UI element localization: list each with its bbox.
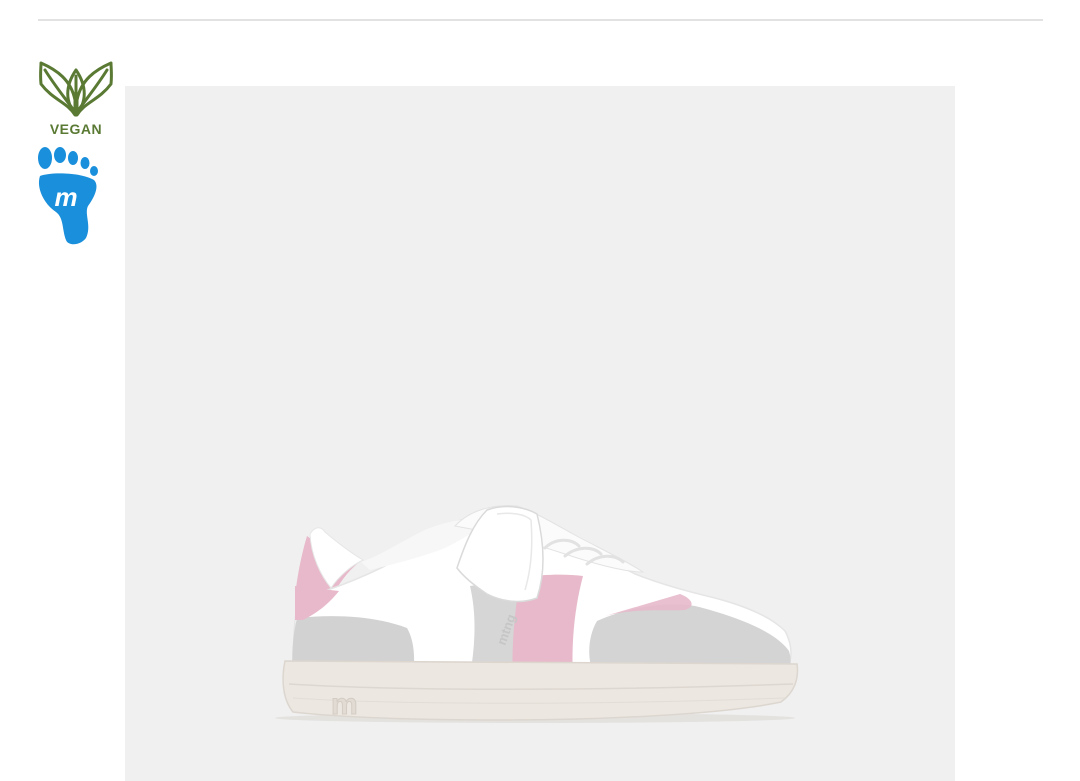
barefoot-badge: m <box>36 146 102 246</box>
leaves-icon <box>39 61 113 117</box>
vegan-badge: VEGAN <box>36 60 116 138</box>
barefoot-logo-text: m <box>54 182 77 212</box>
product-page: VEGAN m mtng m <box>0 0 1080 781</box>
sole-logo-text: m <box>331 688 358 721</box>
footprint-m-icon: m <box>38 147 98 245</box>
vegan-label: VEGAN <box>49 121 103 137</box>
sneaker-image: mtng m <box>275 505 799 723</box>
top-divider <box>38 19 1043 21</box>
product-image-gallery[interactable]: mtng m <box>125 86 955 781</box>
